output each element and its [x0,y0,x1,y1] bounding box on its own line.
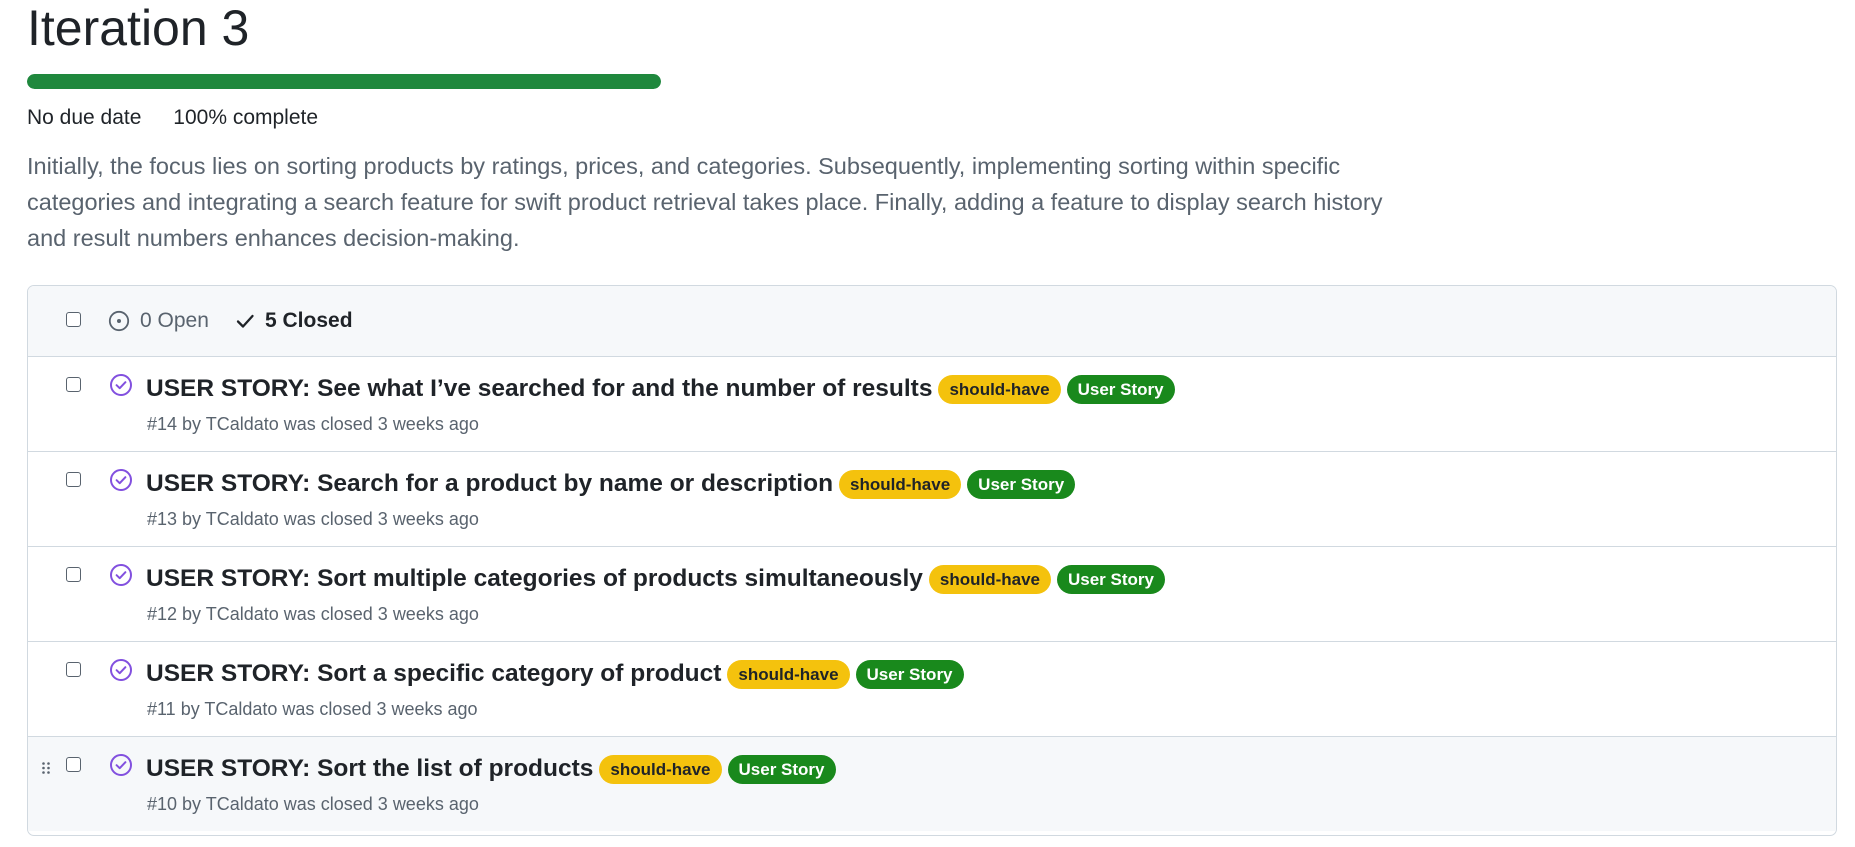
label-user-story[interactable]: User Story [727,754,836,784]
label-should-have[interactable]: should-have [727,659,850,689]
issue-meta: #11 by TCaldato was closed 3 weeks ago [147,699,478,719]
progress-bar [27,74,661,89]
issue-row[interactable]: USER STORY: Search for a product by name… [28,452,1836,547]
milestone-meta: No due date 100% complete [27,105,344,131]
issue-meta: #12 by TCaldato was closed 3 weeks ago [147,604,479,624]
issue-title-line: USER STORY: See what I’ve searched for a… [146,373,1175,405]
tab-open-label: 0 Open [140,309,209,332]
issue-row[interactable]: USER STORY: Sort the list of products sho… [28,737,1836,831]
issue-closed-icon [109,373,133,402]
issue-row[interactable]: USER STORY: Sort a specific category of … [28,642,1836,737]
issue-open-icon [108,310,130,332]
issue-checkbox[interactable] [66,757,81,772]
select-all-checkbox[interactable] [66,312,81,327]
issue-meta: #14 by TCaldato was closed 3 weeks ago [147,414,479,434]
issue-title-line: USER STORY: Sort the list of products sho… [146,753,836,785]
issue-checkbox[interactable] [66,377,81,392]
label-should-have[interactable]: should-have [938,374,1061,404]
issue-meta: #10 by TCaldato was closed 3 weeks ago [147,794,479,814]
completion-percent: 100% [173,106,227,129]
issues-list-header: 0 Open 5 Closed [28,286,1836,357]
issue-meta: #13 by TCaldato was closed 3 weeks ago [147,509,479,529]
issue-row[interactable]: USER STORY: Sort multiple categories of … [28,547,1836,642]
issue-row[interactable]: USER STORY: See what I’ve searched for a… [28,357,1836,452]
issue-closed-icon [109,658,133,687]
issue-title-link[interactable]: USER STORY: Sort a specific category of … [146,658,721,690]
tab-closed[interactable]: 5 Closed [235,286,353,356]
issue-title-link[interactable]: USER STORY: Sort the list of products [146,753,593,785]
tab-open[interactable]: 0 Open [108,286,209,356]
drag-handle-icon[interactable] [41,761,51,777]
milestone-page: Iteration 3 No due date 100% complete In… [0,0,1855,847]
issues-list: 0 Open 5 Closed USER STORY: See what I’v… [27,285,1837,836]
issue-title-link[interactable]: USER STORY: Sort multiple categories of … [146,563,923,595]
issue-closed-icon [109,563,133,592]
completion-status: 100% complete [173,106,318,129]
issue-title-line: USER STORY: Sort multiple categories of … [146,563,1165,595]
label-should-have[interactable]: should-have [839,469,962,499]
issue-checkbox[interactable] [66,662,81,677]
label-user-story[interactable]: User Story [855,659,964,689]
issue-closed-icon [109,468,133,497]
issues-rows: USER STORY: See what I’ve searched for a… [28,357,1836,831]
label-user-story[interactable]: User Story [1066,374,1175,404]
check-icon [236,314,254,328]
completion-word: complete [227,106,319,129]
page-title: Iteration 3 [27,0,250,56]
tab-closed-label: 5 Closed [265,309,353,332]
issue-title-link[interactable]: USER STORY: Search for a product by name… [146,468,833,500]
progress-bar-fill [27,74,661,89]
label-should-have[interactable]: should-have [928,564,1051,594]
issue-checkbox[interactable] [66,567,81,582]
label-user-story[interactable]: User Story [1057,564,1165,594]
issue-title-line: USER STORY: Search for a product by name… [146,468,1076,500]
issue-title-link[interactable]: USER STORY: See what I’ve searched for a… [146,373,932,405]
issue-title-line: USER STORY: Sort a specific category of … [146,658,964,690]
label-user-story[interactable]: User Story [967,469,1076,499]
label-should-have[interactable]: should-have [599,754,722,784]
issue-closed-icon [109,753,133,782]
milestone-description: Initially, the focus lies on sorting pro… [27,153,1383,251]
due-date: No due date [27,106,142,129]
issue-checkbox[interactable] [66,472,81,487]
